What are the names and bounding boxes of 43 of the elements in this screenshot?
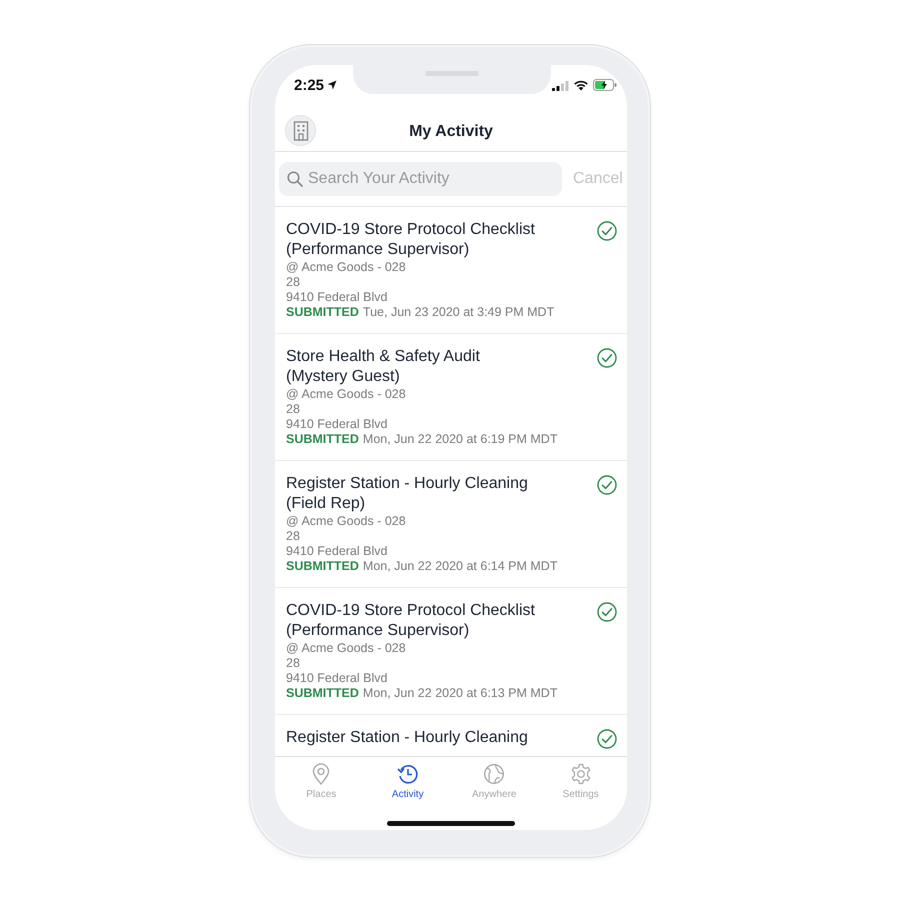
submitted-date: Mon, Jun 22 2020 at 6:19 PM MDT [362,432,558,447]
globe-icon [483,763,506,785]
activity-place: @ Acme Goods - 028 [286,260,407,275]
activity-title[interactable]: (Field Rep) [286,494,597,514]
activity-title[interactable]: Register Station - Hourly Cleaning [286,474,597,494]
activity-title[interactable]: (Mystery Guest) [286,367,597,387]
signal-icon [552,80,569,90]
status-label: SUBMITTED [286,686,359,701]
activity-title[interactable]: (Performance Supervisor) [286,621,597,641]
building-avatar[interactable] [285,115,316,146]
status-label: SUBMITTED [286,305,359,320]
search-field[interactable]: Search Your Activity [279,162,562,196]
location-pin-icon [311,763,332,785]
activity-title[interactable]: (Performance Supervisor) [286,240,597,260]
activity-place: @ Acme Goods - 028 [286,387,407,402]
store-number: 28 [286,656,301,671]
building-icon [292,120,308,140]
store-address: 9410 Federal Blvd [286,671,388,686]
tab[interactable]: Activity [364,763,451,821]
store-address: 9410 Federal Blvd [286,544,388,559]
submitted-date: Mon, Jun 22 2020 at 6:13 PM MDT [362,686,558,701]
history-icon [396,763,419,785]
activity-title[interactable]: Store Health & Safety Audit [286,347,597,367]
store-address: 9410 Federal Blvd [286,290,388,305]
store-number: 28 [286,529,301,544]
submitted-date: Mon, Jun 22 2020 at 6:14 PM MDT [362,559,558,574]
store-address: 9410 Federal Blvd [286,417,388,432]
status-label: SUBMITTED [286,432,359,447]
wifi-icon [573,79,589,91]
status-time: 2:25 [294,76,324,94]
activity-title[interactable]: Register Station - Hourly Cleaning [286,728,597,748]
status-label: SUBMITTED [286,559,359,574]
submitted-date: Tue, Jun 23 2020 at 3:49 PM MDT [362,305,554,320]
battery-icon [593,79,617,91]
store-number: 28 [286,402,301,417]
store-number: 28 [286,275,301,290]
activity-place: @ Acme Goods - 028 [286,514,407,529]
activity-title[interactable]: COVID-19 Store Protocol Checklist [286,601,597,621]
activity-place: @ Acme Goods - 028 [286,641,407,656]
settings-icon [570,763,592,785]
screen-title: My Activity [409,123,493,141]
location-arrow-icon [327,80,338,90]
activity-title[interactable]: COVID-19 Store Protocol Checklist [286,220,597,240]
